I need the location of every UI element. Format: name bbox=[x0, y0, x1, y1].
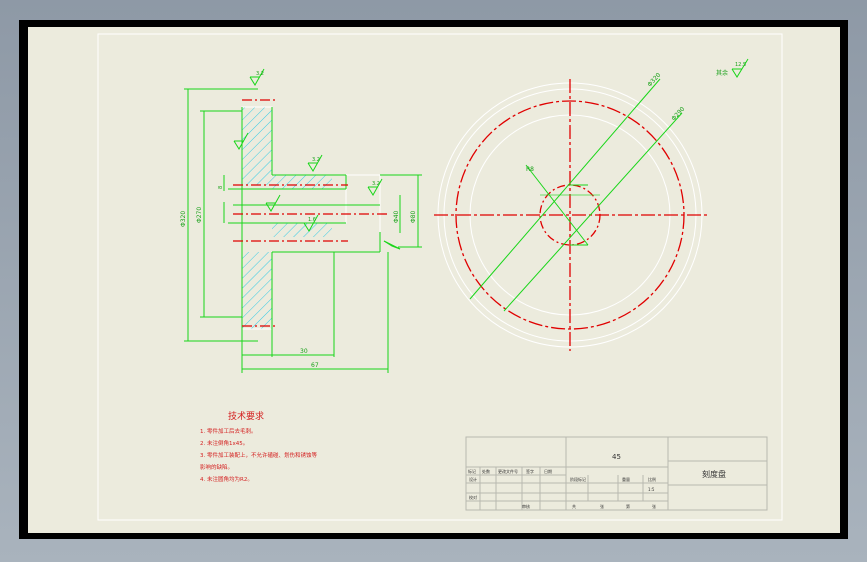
tb-cell-mark: 标记 bbox=[468, 468, 476, 474]
tb-cell-stage: 阶段标记 bbox=[570, 476, 586, 482]
general-roughness-note: 其余 12.5 bbox=[716, 58, 749, 78]
front-view: Φ320 Φ290 R8 其余 12.5 bbox=[434, 58, 749, 351]
leader-3-text: R8 bbox=[526, 166, 534, 173]
tech-req-item-1: 1. 零件加工后去毛刺。 bbox=[200, 427, 257, 435]
svg-text:3.2: 3.2 bbox=[256, 71, 264, 77]
tb-cell-total: 共 bbox=[572, 503, 576, 509]
tb-cell-ratio: 比例 bbox=[648, 476, 656, 482]
tb-cell-sheet: 张 bbox=[652, 503, 656, 509]
leader-2 bbox=[503, 112, 683, 312]
roughness-symbol-bore bbox=[265, 194, 281, 212]
section-view: Φ320 Φ270 8 Φ80 Φ40 30 67 3.2 3.2 1.6 3.… bbox=[180, 68, 422, 373]
svg-text:3.2: 3.2 bbox=[312, 157, 320, 163]
tech-req-item-3: 3. 零件加工装配上，不允许磕碰、划伤和锈蚀等 bbox=[200, 451, 317, 459]
dim-bore-text: Φ40 bbox=[393, 210, 400, 223]
tb-cell-weight: 重量 bbox=[622, 476, 630, 482]
dim-thk-text: 8 bbox=[218, 186, 224, 189]
dim-total-len-text: 67 bbox=[311, 362, 319, 369]
hub-hatch-upper bbox=[272, 175, 332, 189]
tb-cell-check: 校对 bbox=[469, 494, 477, 500]
tb-cell-no: 第 bbox=[626, 503, 630, 509]
tb-cell-change: 更改文件号 bbox=[498, 468, 518, 474]
tech-req-title: 技术要求 bbox=[228, 410, 264, 422]
material-text: 45 bbox=[612, 453, 621, 461]
dim-outer-text: Φ320 bbox=[180, 211, 187, 227]
title-block: 45 刻度盘 标记 处数 更改文件号 签字 日期 设计 校对 审核 阶段标记 重… bbox=[465, 436, 768, 511]
tb-cell-sheets: 张 bbox=[600, 503, 604, 509]
flange-hatch-lower bbox=[242, 252, 272, 329]
tb-cell-count: 处数 bbox=[482, 468, 490, 474]
dim-hub-text: Φ80 bbox=[410, 210, 417, 223]
dim-mid-text: Φ270 bbox=[196, 207, 203, 223]
flange-hatch-upper bbox=[242, 107, 272, 185]
svg-text:1.6: 1.6 bbox=[308, 217, 316, 223]
hub-hatch-lower bbox=[272, 223, 332, 237]
tech-req-item-5: 4. 未注圆角均为R2。 bbox=[200, 475, 253, 483]
svg-text:其余: 其余 bbox=[716, 69, 728, 77]
leader-1 bbox=[469, 78, 661, 300]
roughness-symbol-top: 3.2 bbox=[249, 68, 265, 86]
tech-req-item-4: 影响的缺陷。 bbox=[200, 463, 233, 471]
roughness-symbol-face bbox=[383, 240, 401, 250]
roughness-symbol-hub: 3.2 bbox=[307, 154, 323, 172]
tb-cell-design: 设计 bbox=[469, 476, 477, 482]
technical-requirements: 技术要求 1. 零件加工后去毛刺。 2. 未注倒角1x45。 3. 零件加工装配… bbox=[200, 410, 317, 483]
leader-2-text: Φ290 bbox=[670, 105, 686, 122]
drawing-name: 刻度盘 bbox=[702, 469, 726, 479]
svg-text:3.2: 3.2 bbox=[372, 181, 380, 187]
tb-cell-sign: 签字 bbox=[526, 468, 534, 474]
tech-req-item-2: 2. 未注倒角1x45。 bbox=[200, 439, 248, 447]
tb-cell-date: 日期 bbox=[544, 468, 552, 474]
tb-cell-review: 审核 bbox=[522, 503, 530, 509]
tb-cell-scale: 1:5 bbox=[648, 487, 655, 492]
drawing-sheet: Φ320 Φ270 8 Φ80 Φ40 30 67 3.2 3.2 1.6 3.… bbox=[28, 27, 840, 533]
cad-drawing: Φ320 Φ270 8 Φ80 Φ40 30 67 3.2 3.2 1.6 3.… bbox=[97, 33, 783, 521]
dim-hub-len-text: 30 bbox=[300, 348, 308, 355]
svg-text:12.5: 12.5 bbox=[735, 62, 746, 68]
leader-3 bbox=[525, 164, 589, 246]
